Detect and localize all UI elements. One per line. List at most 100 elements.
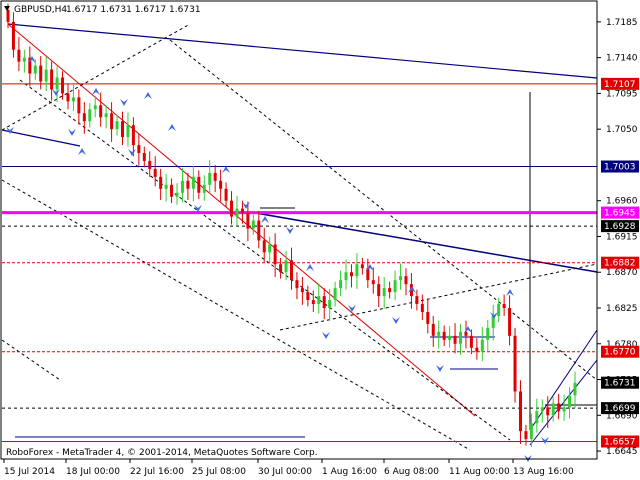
- candle-body: [66, 93, 70, 102]
- candle-body: [257, 220, 261, 241]
- candle-body: [273, 244, 277, 265]
- price-chart[interactable]: 1.7185 1.7140 1.7095 1.7050 1.6960 1.6915 1.68…: [0, 0, 640, 480]
- candle-body: [540, 407, 544, 412]
- candle-body: [546, 407, 550, 416]
- candle-body: [475, 347, 479, 352]
- candle-body: [284, 260, 288, 273]
- x-tick-label: 22 Jul 16:00: [130, 467, 184, 477]
- candle-body: [437, 331, 441, 336]
- price-label-text: 1.6928: [604, 222, 636, 232]
- price-label-text: 1.7107: [604, 80, 636, 90]
- candle-body: [61, 77, 65, 94]
- candle-body: [175, 192, 179, 197]
- price-label-text: 1.7003: [604, 163, 636, 173]
- candle-body: [82, 113, 86, 122]
- candle-body: [164, 184, 168, 189]
- candle-body: [551, 403, 555, 416]
- candle-body: [502, 304, 506, 308]
- x-tick-label: 30 Jul 00:00: [258, 467, 312, 477]
- candle-body: [110, 113, 114, 130]
- candle-body: [388, 288, 392, 293]
- candle-body: [268, 244, 272, 253]
- candle-body: [377, 284, 381, 297]
- candle-body: [191, 176, 195, 189]
- candle-body: [322, 296, 326, 308]
- candle-body: [50, 69, 54, 90]
- candle-body: [431, 323, 435, 336]
- y-tick-label: 1.6645: [606, 447, 638, 457]
- candle-body: [459, 331, 463, 344]
- x-tick-label: 25 Jul 08:00: [192, 467, 246, 477]
- candle-body: [55, 77, 59, 90]
- candle-body: [360, 264, 364, 269]
- candle-body: [453, 335, 457, 344]
- x-tick-label: 18 Jul 00:00: [66, 467, 120, 477]
- candle-body: [170, 184, 174, 197]
- candle-body: [142, 153, 146, 161]
- candle-body: [262, 240, 266, 253]
- candle-body: [246, 212, 250, 229]
- y-tick-label: 1.6825: [606, 304, 638, 314]
- price-label-text: 1.6657: [604, 438, 636, 448]
- price-label-text: 1.6699: [604, 404, 636, 414]
- price-label-text: 1.6882: [604, 259, 636, 269]
- candle-body: [33, 65, 37, 74]
- candle-body: [219, 180, 223, 189]
- y-tick-label: 1.7050: [606, 125, 638, 135]
- candle-body: [22, 57, 26, 62]
- candle-body: [355, 264, 359, 277]
- y-tick-label: 1.7140: [606, 54, 638, 64]
- y-tick-label: 1.7095: [606, 89, 638, 99]
- candle-body: [349, 272, 353, 277]
- candle-body: [104, 113, 108, 118]
- candle-body: [39, 65, 43, 82]
- candle-body: [186, 180, 190, 189]
- candle-body: [399, 276, 403, 281]
- candle-body: [279, 264, 283, 273]
- y-tick-label: 1.6960: [606, 197, 638, 207]
- candle-body: [88, 109, 92, 122]
- candle-body: [339, 280, 343, 289]
- candle-body: [371, 280, 375, 285]
- x-tick-label: 11 Aug 00:00: [449, 467, 510, 477]
- candle-body: [562, 407, 566, 412]
- candle-body: [518, 391, 522, 432]
- candle-body: [44, 69, 48, 82]
- candle-body: [568, 395, 572, 408]
- candle-body: [251, 220, 255, 229]
- candle-body: [77, 97, 81, 114]
- candle-body: [557, 403, 561, 412]
- candle-body: [333, 288, 337, 301]
- y-tick-label: 1.6915: [606, 232, 638, 242]
- candle-body: [442, 331, 446, 340]
- y-tick-label: 1.6870: [606, 268, 638, 278]
- candle-body: [235, 208, 239, 217]
- candle-body: [393, 280, 397, 293]
- ohlc-label: 1.6717 1.6731 1.6717 1.6731: [66, 5, 201, 15]
- chart-container: 1.7185 1.7140 1.7095 1.7050 1.6960 1.6915 1.68…: [0, 0, 640, 480]
- candle-body: [382, 288, 386, 297]
- candle-body: [317, 296, 321, 305]
- candle-body: [240, 208, 244, 213]
- candle-body: [420, 304, 424, 312]
- candle-body: [524, 431, 528, 440]
- candle-body: [126, 125, 130, 138]
- candle-body: [159, 176, 163, 189]
- candle-body: [448, 335, 452, 340]
- candle-body: [295, 280, 299, 289]
- candle-body: [93, 105, 97, 110]
- candle-body: [11, 21, 15, 50]
- copyright-label: RoboForex - MetaTrader 4, © 2001-2014, M…: [6, 448, 318, 458]
- y-tick-label: 1.7185: [606, 18, 638, 28]
- candle-body: [426, 311, 430, 324]
- price-label-text: 1.6945: [604, 209, 636, 219]
- candle-body: [208, 172, 212, 185]
- candle-body: [99, 105, 103, 118]
- candle-body: [224, 188, 228, 201]
- candle-body: [573, 382, 577, 396]
- candle-body: [311, 300, 315, 305]
- candle-body: [344, 272, 348, 281]
- candle-body: [120, 121, 124, 138]
- candle-body: [6, 9, 10, 22]
- candle-body: [486, 327, 490, 340]
